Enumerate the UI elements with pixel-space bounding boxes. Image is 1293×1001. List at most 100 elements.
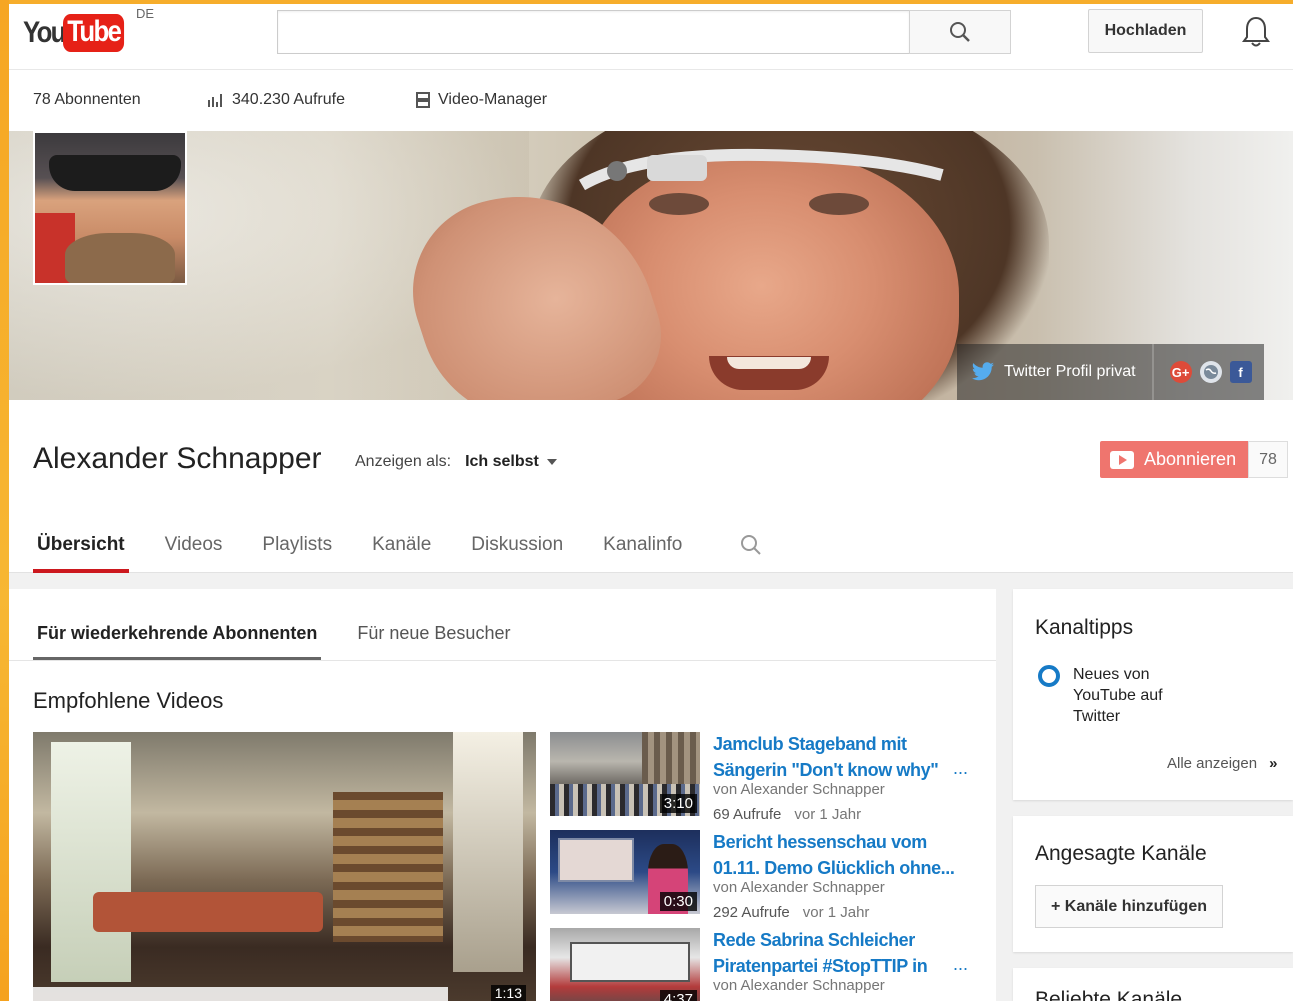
region-label: DE [136,6,155,21]
channel-banner: Twitter Profil privat G+ f [9,131,1293,400]
video-manager-icon [416,92,430,108]
radio-button[interactable] [1038,665,1060,687]
frame-left [0,0,9,1001]
channel-search-icon[interactable] [739,533,763,557]
video-age: vor 1 Jahr [802,904,870,921]
featured-duration: 1:13 [490,985,526,1001]
video-title[interactable]: Bericht hessenschau vom 01.11. Demo Glüc… [713,829,978,881]
channel-tabs: Übersicht Videos Playlists Kanäle Diskus… [33,530,718,573]
notification-bell-icon[interactable] [1241,15,1271,49]
featured-window-right [453,732,523,972]
see-all-label: Alle anzeigen [1167,755,1258,772]
masthead: You Tube DE Hochladen [9,4,1293,70]
tab-discussion[interactable]: Diskussion [467,530,567,573]
avatar-sunglasses [49,155,181,191]
video-author[interactable]: von Alexander Schnapper [713,781,885,798]
subscriber-count-label: 78 Abonnenten [33,91,141,108]
banner-teeth [727,357,811,369]
video-title-line2: 01.11. Demo Glücklich ohne... [713,858,955,878]
add-channels-button[interactable]: + Kanäle hinzufügen [1035,885,1223,928]
featured-caption-bar [33,987,448,1001]
twitter-label: Twitter Profil privat [1004,363,1136,380]
tab-returning-subscribers[interactable]: Für wiederkehrende Abonnenten [33,589,322,661]
twitter-icon [972,362,994,381]
search-input[interactable] [277,10,910,54]
logo-you-text: You [23,16,66,49]
main-content: Für wiederkehrende Abonnenten Für neue B… [9,589,996,1001]
facebook-icon[interactable]: f [1229,361,1252,383]
channel-avatar[interactable] [33,131,187,285]
avatar-beard [65,233,175,283]
search-icon [950,22,970,42]
youtube-play-icon [1110,450,1134,469]
thumb-stage [570,942,690,982]
video-duration: 3:10 [659,794,697,813]
video-manager-link[interactable]: Video-Manager [415,91,547,109]
featured-video-player[interactable]: 1:13 [33,732,536,1001]
channel-header: Alexander Schnapper Anzeigen als: Ich se… [9,400,1293,573]
view-as-value: Ich selbst [465,453,539,470]
tab-playlists[interactable]: Playlists [258,530,336,573]
video-title[interactable]: Jamclub Stageband mit Sängerin "Don't kn… [713,731,978,783]
view-as-dropdown[interactable]: Ich selbst [465,453,557,471]
globe-icon[interactable] [1199,361,1222,383]
see-all-link[interactable]: Alle anzeigen » [1167,755,1277,772]
channel-tips-card: Kanaltipps Neues von YouTube auf Twitter… [1013,589,1293,800]
list-item[interactable]: 4:37 Rede Sabrina Schleicher Piratenpart… [550,928,990,1001]
video-author[interactable]: von Alexander Schnapper [713,977,885,994]
video-title-more: ... [953,758,969,778]
video-title-line1: Bericht hessenschau vom [713,832,927,852]
view-as-label: Anzeigen als: [355,453,452,470]
video-title[interactable]: Rede Sabrina Schleicher Piratenpartei #S… [713,927,978,979]
thumb-screen [558,838,634,882]
tip-text[interactable]: Neues von YouTube auf Twitter [1073,664,1193,727]
featured-channels-card: Angesagte Kanäle + Kanäle hinzufügen [1013,816,1293,952]
channel-title[interactable]: Alexander Schnapper [33,442,322,476]
tab-videos[interactable]: Videos [161,530,227,573]
tab-about[interactable]: Kanalinfo [599,530,686,573]
video-thumbnail[interactable]: 0:30 [550,830,700,914]
audience-tabs: Für wiederkehrende Abonnenten Für neue B… [33,589,546,661]
video-title-line2: Piratenpartei #StopTTIP in [713,956,928,976]
video-title-line1: Jamclub Stageband mit [713,734,907,754]
youtube-logo[interactable]: You Tube [23,12,135,54]
card-title: Beliebte Kanäle [1035,988,1183,1001]
thumb-building [642,732,700,786]
subscribe-label: Abonnieren [1144,449,1237,469]
channel-stats-bar: 78 Abonnenten 340.230 Aufrufe Video-Mana… [9,70,1293,131]
bar-chart-icon [208,94,222,107]
list-item[interactable]: 3:10 Jamclub Stageband mit Sängerin "Don… [550,732,990,824]
chevron-down-icon [546,459,557,465]
video-author[interactable]: von Alexander Schnapper [713,879,885,896]
video-views: 69 Aufrufe [713,806,782,823]
video-manager-label: Video-Manager [438,91,548,108]
video-thumbnail[interactable]: 4:37 [550,928,700,1001]
section-title: Empfohlene Videos [33,688,224,713]
view-count-label: 340.230 Aufrufe [232,91,345,108]
video-duration: 4:37 [659,990,697,1001]
twitter-link[interactable]: Twitter Profil privat [957,344,1154,400]
subscribe-count: 78 [1248,441,1288,478]
subscriber-count[interactable]: 78 Abonnenten [33,91,141,109]
featured-window-left [51,742,131,982]
tab-new-visitors[interactable]: Für neue Besucher [353,589,514,661]
double-chevron-icon: » [1269,755,1278,772]
video-thumbnail[interactable]: 3:10 [550,732,700,816]
tab-overview[interactable]: Übersicht [33,530,129,573]
video-meta: 292 Aufrufe vor 1 Jahr [713,904,869,921]
list-item[interactable]: 0:30 Bericht hessenschau vom 01.11. Demo… [550,830,990,922]
video-title-line1: Rede Sabrina Schleicher [713,930,915,950]
featured-table [93,892,323,932]
globe-glyph [1203,365,1218,379]
video-title-line2: Sängerin "Don't know why" [713,760,939,780]
subscribe-button[interactable]: Abonnieren [1100,441,1248,478]
upload-button[interactable]: Hochladen [1088,9,1203,53]
view-as-selector: Anzeigen als: Ich selbst [355,453,557,471]
social-links: Twitter Profil privat G+ f [957,344,1264,400]
video-age: vor 1 Jahr [794,806,862,823]
tab-channels[interactable]: Kanäle [368,530,435,573]
search-button[interactable] [909,10,1011,54]
video-duration: 0:30 [659,892,697,911]
view-count[interactable]: 340.230 Aufrufe [207,91,345,109]
google-plus-icon[interactable]: G+ [1169,361,1192,383]
